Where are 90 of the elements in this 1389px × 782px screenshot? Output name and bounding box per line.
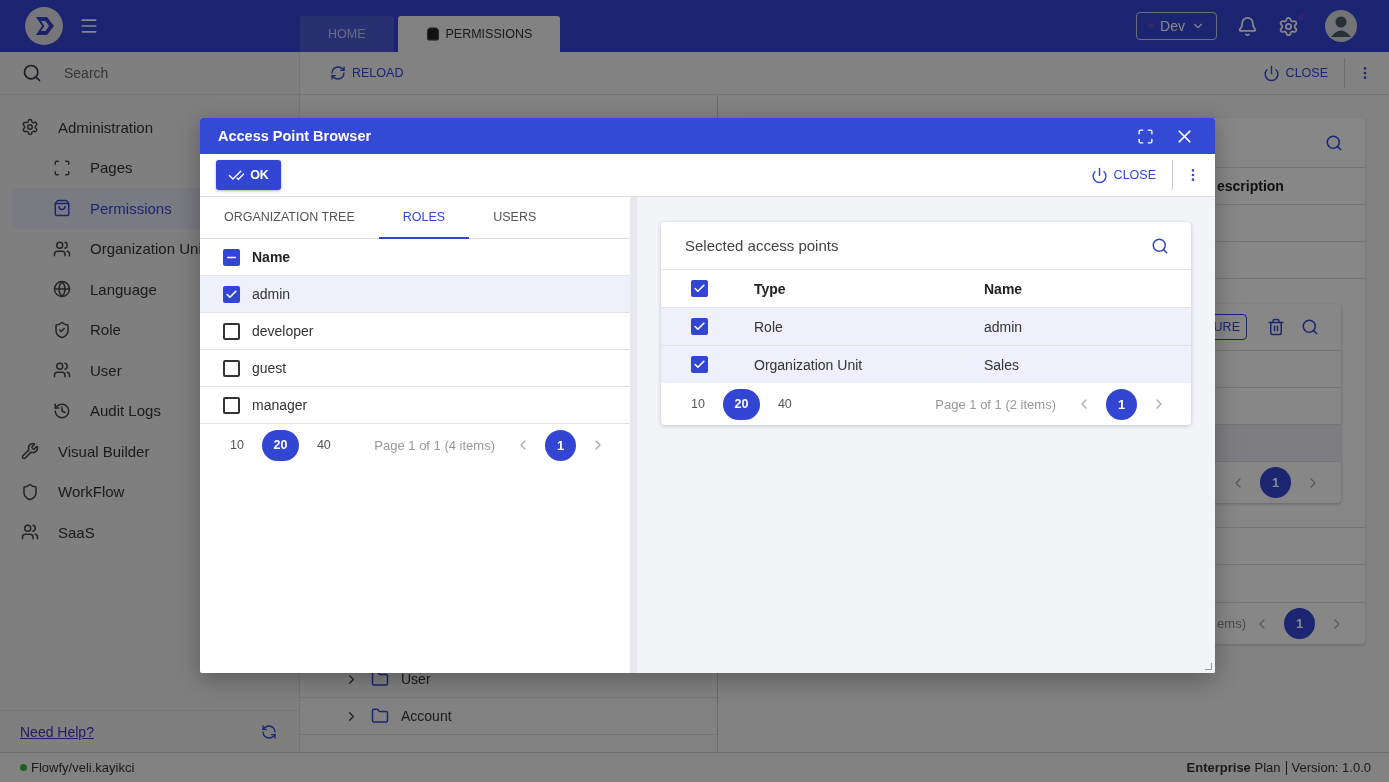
column-header: Name (984, 280, 1024, 297)
wrench-icon (21, 442, 39, 461)
checkbox[interactable] (691, 356, 708, 373)
page-size-option[interactable]: 20 (261, 429, 299, 461)
tree-row[interactable]: Account (300, 698, 717, 735)
trash-icon[interactable] (1267, 318, 1285, 336)
bell-icon[interactable] (1237, 15, 1258, 37)
user-path: Flowfy/veli.kayikci (31, 760, 135, 775)
people-icon (53, 361, 71, 380)
page-size-option[interactable]: 40 (771, 388, 798, 420)
folder-icon (371, 670, 389, 688)
table-cell-text: admin (984, 318, 1024, 335)
search-icon[interactable] (1325, 133, 1343, 152)
checkbox[interactable] (223, 322, 240, 340)
search-icon[interactable] (1151, 236, 1169, 255)
plan-label: Enterprise Plan (1186, 760, 1281, 775)
ok-button[interactable]: OK (216, 160, 281, 190)
logo-icon[interactable] (25, 7, 63, 45)
checkbox[interactable] (223, 285, 240, 303)
nav-item[interactable]: WorkFlow (12, 471, 287, 512)
resize-grip-icon[interactable] (1205, 663, 1212, 670)
people-icon (53, 239, 71, 258)
table-cell-text: Role (754, 318, 784, 335)
environment-dropdown[interactable]: Dev (1136, 12, 1217, 40)
page-size-option[interactable]: 40 (310, 429, 337, 461)
shield-icon (21, 482, 39, 501)
history-icon (53, 401, 71, 420)
page-size-option[interactable]: 10 (224, 429, 250, 461)
dialog-title: Access Point Browser (218, 128, 373, 144)
menu-icon[interactable] (79, 16, 99, 36)
checkbox[interactable] (691, 280, 708, 297)
search-icon[interactable] (1301, 318, 1319, 336)
gear-icon (21, 118, 39, 137)
column-header: Name (252, 249, 291, 265)
avatar-icon[interactable] (1325, 10, 1357, 42)
search-field[interactable]: Search (62, 64, 262, 82)
power-icon (1262, 64, 1280, 82)
frame-icon (53, 158, 71, 177)
settings-icon[interactable] (1278, 15, 1299, 37)
role-row[interactable]: admin (200, 276, 630, 313)
shield-icon (53, 320, 71, 339)
check-icon (693, 358, 706, 371)
notification-dot-icon (1298, 12, 1305, 20)
close-button[interactable]: CLOSE (1258, 60, 1332, 86)
card-title: Selected access points (685, 237, 839, 254)
close-button[interactable]: CLOSE (1086, 162, 1160, 188)
page-number[interactable]: 1 (1284, 608, 1315, 639)
page-summary: Page 1 of 1 (2 items) (934, 396, 1056, 412)
role-row[interactable]: guest (200, 350, 630, 387)
page-size-option[interactable]: 20 (722, 388, 760, 420)
check-icon (693, 320, 706, 333)
page-number[interactable]: 1 (1106, 388, 1137, 420)
reload-button[interactable]: RELOAD (326, 61, 408, 85)
role-name: guest (252, 360, 287, 376)
checkbox[interactable] (223, 359, 240, 377)
checkbox[interactable] (223, 396, 240, 414)
table-row[interactable]: Organization Unit Sales (661, 345, 1191, 383)
folder-icon (371, 707, 389, 725)
people-icon (21, 523, 39, 542)
role-name: developer (252, 323, 314, 339)
online-dot-icon (20, 764, 27, 771)
page-number[interactable]: 1 (545, 429, 576, 461)
page-number[interactable]: 1 (1260, 467, 1291, 498)
column-header: escription (1217, 178, 1285, 194)
checkbox[interactable] (691, 318, 708, 335)
refresh-icon (330, 65, 346, 81)
refresh-icon[interactable] (261, 723, 277, 740)
check-icon (225, 287, 238, 301)
role-row[interactable]: developer (200, 313, 630, 350)
version-label: Version: 1.0.0 (1291, 760, 1371, 775)
check-icon (693, 282, 706, 295)
role-name: manager (252, 397, 308, 413)
nav-item[interactable]: SaaS (12, 512, 287, 553)
page-summary: ems) (1217, 616, 1246, 631)
role-row[interactable]: manager (200, 387, 630, 424)
search-icon[interactable] (22, 63, 42, 83)
power-icon (1090, 166, 1108, 184)
dialog-tab[interactable]: USERS (469, 197, 561, 239)
table-cell-text: Sales (984, 356, 1021, 373)
role-name: admin (252, 286, 291, 302)
globe-icon (53, 280, 71, 299)
help-link[interactable]: Need Help? (20, 723, 94, 740)
maximize-icon[interactable] (1137, 127, 1154, 145)
table-cell-text: Organization Unit (754, 356, 864, 373)
page-size-option[interactable]: 10 (685, 388, 711, 420)
page-summary: Page 1 of 1 (4 items) (373, 437, 495, 453)
table-row[interactable]: Role admin (661, 307, 1191, 345)
column-header: Type (754, 280, 787, 297)
checkbox[interactable] (223, 248, 240, 266)
page-tab[interactable]: PERMISSIONS (397, 16, 561, 52)
